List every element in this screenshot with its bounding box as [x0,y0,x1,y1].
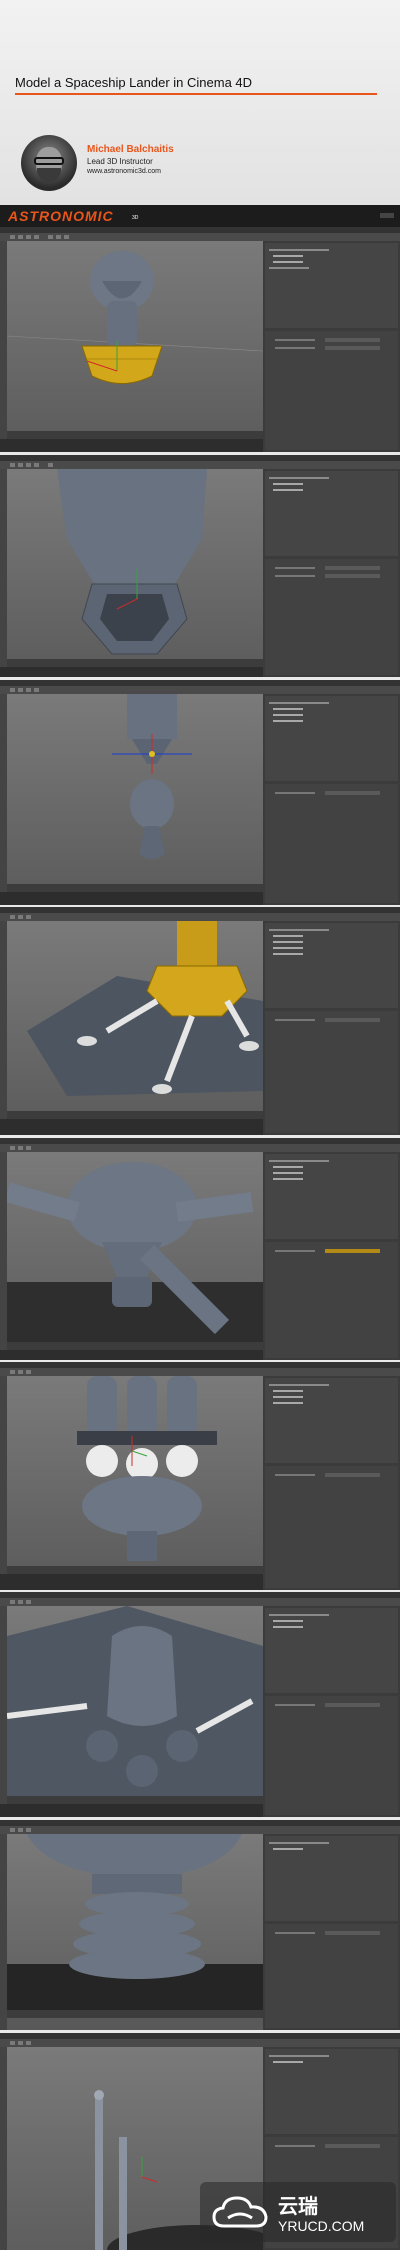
right-panel [263,1376,400,1590]
attribute-manager [265,1011,398,1133]
watermark-site: YRUCD.COM [278,2218,365,2234]
instructor-role: Lead 3D Instructor [87,157,153,166]
screenshot-4 [0,907,400,1135]
screenshot-1 [0,227,400,452]
toolbar [0,233,400,241]
screenshot-5 [0,1138,400,1360]
right-panel [263,1606,400,1817]
attribute-manager [265,784,398,903]
right-panel [263,694,400,905]
title-underline [15,93,377,95]
timeline[interactable] [7,1111,263,1119]
screenshot-6 [0,1362,400,1590]
toolbar [0,1144,400,1152]
material-manager [0,892,263,905]
header: Model a Spaceship Lander in Cinema 4D Mi… [0,0,400,205]
object-manager [265,1154,398,1239]
attribute-manager [265,559,398,675]
attribute-manager [265,1924,398,2028]
viewport[interactable] [7,1376,263,1566]
viewport[interactable] [7,1152,263,1342]
right-panel [263,1834,400,2030]
instructor-name: Michael Balchaitis [87,144,174,155]
attribute-manager [265,1242,398,1358]
left-tools [0,241,7,452]
timeline[interactable] [7,884,263,892]
timeline[interactable] [7,2010,263,2018]
brand-logo-sub: 3D [132,215,139,221]
timeline[interactable] [7,1796,263,1804]
material-manager [0,1350,263,1360]
toolbar [0,461,400,469]
toolbar [0,686,400,694]
toolbar [0,1826,400,1834]
left-tools [0,1376,7,1590]
material-manager [0,1804,263,1817]
object-manager [265,243,398,328]
material-manager [0,1119,263,1135]
timeline[interactable] [7,1342,263,1350]
attribute-manager [265,331,398,450]
object-manager [265,696,398,781]
timeline[interactable] [7,431,263,439]
viewport[interactable] [7,1834,263,2010]
brand-bar: ASTRONOMIC 3D [0,205,400,227]
material-manager [0,439,263,452]
toolbar [0,913,400,921]
left-tools [0,469,7,677]
viewport[interactable] [7,241,263,431]
material-manager [0,667,263,677]
object-manager [265,1378,398,1463]
instructor-avatar [21,135,77,191]
left-tools [0,2047,7,2250]
right-panel [263,921,400,1135]
object-manager [265,471,398,556]
left-tools [0,921,7,1135]
attribute-manager [265,1696,398,1815]
right-panel [263,469,400,677]
watermark: 云瑞 YRUCD.COM [200,2182,396,2242]
left-tools [0,1152,7,1360]
cloud-icon [212,2196,268,2228]
viewport[interactable] [7,1606,263,1796]
avatar-beard [37,168,61,182]
attribute-manager [265,1466,398,1588]
screenshot-7 [0,1592,400,1817]
watermark-chinese: 云瑞 [278,2196,318,2218]
object-manager [265,1608,398,1693]
toolbar [0,1368,400,1376]
left-tools [0,1834,7,2030]
brand-logo: ASTRONOMIC [8,208,114,224]
viewport[interactable] [7,921,263,1111]
timeline[interactable] [7,659,263,667]
toolbar [0,2039,400,2047]
toolbar [0,1598,400,1606]
material-manager [0,1574,263,1590]
page-title: Model a Spaceship Lander in Cinema 4D [15,75,253,90]
left-tools [0,694,7,905]
screenshot-2 [0,455,400,677]
viewport[interactable] [7,469,263,659]
viewport[interactable] [7,694,263,884]
right-panel [263,241,400,452]
right-panel [263,1152,400,1360]
object-manager [265,2049,398,2134]
object-manager [265,1836,398,1921]
avatar-glasses [34,157,64,165]
object-manager [265,923,398,1008]
screenshot-3 [0,680,400,905]
screenshot-8 [0,1820,400,2030]
instructor-website[interactable]: www.astronomic3d.com [87,168,161,175]
timeline[interactable] [7,1566,263,1574]
left-tools [0,1606,7,1817]
brand-bar-mark [380,213,394,218]
